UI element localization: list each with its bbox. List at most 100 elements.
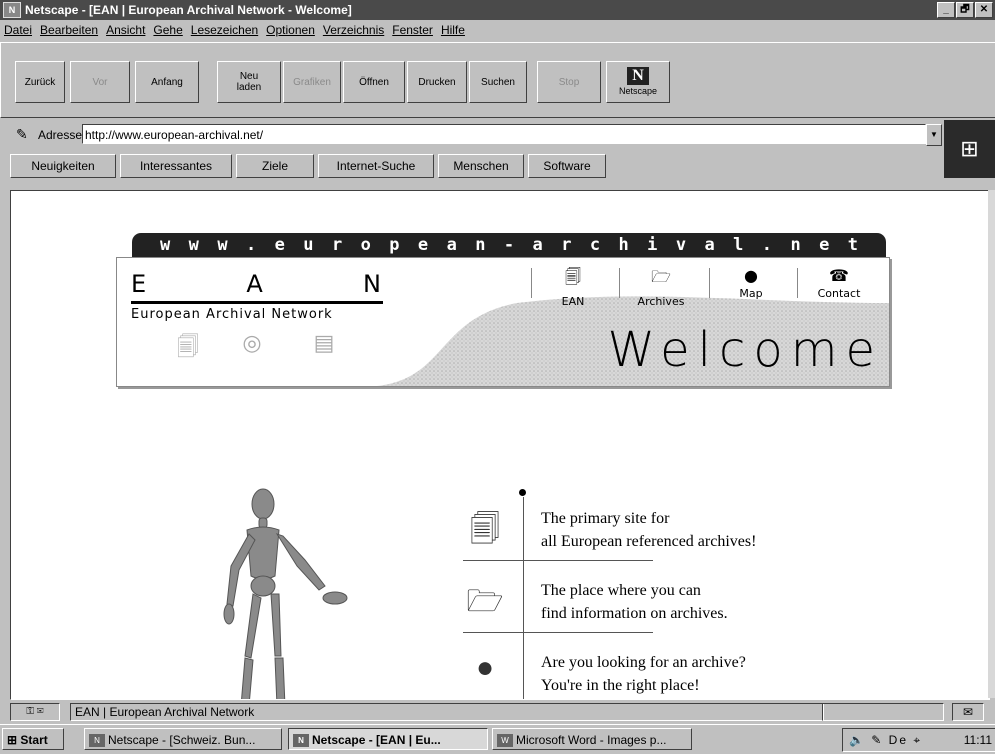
nav-ean-label: EAN xyxy=(561,295,585,308)
banner-url-char: i xyxy=(647,235,658,255)
banner: E A N European Archival Network 🗐 ◎ ▤ 🗐 … xyxy=(116,257,890,387)
netscape-button[interactable]: N Netscape xyxy=(606,61,670,103)
banner-url-char: a xyxy=(446,235,457,255)
back-button[interactable]: Zurück xyxy=(15,61,65,103)
task-label: Microsoft Word - Images p... xyxy=(516,733,667,747)
menu-bearbeiten[interactable]: Bearbeiten xyxy=(40,23,98,37)
language-indicator[interactable]: De xyxy=(889,733,908,747)
bookmark-paperclip-icon[interactable]: ✎ xyxy=(16,126,28,143)
print-button[interactable]: Drucken xyxy=(407,61,467,103)
reload-label-line1: Neu xyxy=(239,71,259,82)
banner-url-strip: www.european-archival.net xyxy=(132,233,886,257)
nav-map[interactable]: ● Map xyxy=(715,266,787,300)
banner-url-char: a xyxy=(532,235,543,255)
logo-letter-n: N xyxy=(363,270,381,298)
dir-button-software[interactable]: Software xyxy=(528,154,606,178)
banner-url-char: - xyxy=(503,235,515,255)
phone-icon: ☎ xyxy=(829,266,849,285)
logo-subtitle: European Archival Network xyxy=(131,307,333,322)
reload-button[interactable]: Neu laden xyxy=(217,61,281,103)
netscape-logo-icon: N xyxy=(627,67,649,85)
info-line1: The primary site for xyxy=(541,510,670,527)
find-button[interactable]: Suchen xyxy=(469,61,527,103)
nav-archives-label: Archives xyxy=(637,295,685,308)
banner-url-char: . xyxy=(761,235,773,255)
banner-url-char: w xyxy=(217,235,228,255)
dir-button-neuigkeiten[interactable]: Neuigkeiten xyxy=(10,154,116,178)
location-bar: ✎ Adresse: http://www.european-archival.… xyxy=(0,120,995,150)
address-dropdown-button[interactable]: ▼ xyxy=(926,124,942,146)
vertical-scrollbar[interactable] xyxy=(988,190,995,698)
taskbar-item-active[interactable]: N Netscape - [EAN | Eu... xyxy=(288,728,488,750)
close-button[interactable]: ✕ xyxy=(975,2,993,18)
banner-url-char: n xyxy=(790,235,801,255)
stop-button[interactable]: Stop xyxy=(537,61,601,103)
menu-lesezeichen[interactable]: Lesezeichen xyxy=(191,23,258,37)
nav-contact[interactable]: ☎ Contact xyxy=(803,266,875,300)
start-button[interactable]: ⊞ Start xyxy=(2,728,64,750)
maximize-button[interactable]: 🗗 xyxy=(956,2,974,18)
menu-optionen[interactable]: Optionen xyxy=(266,23,315,37)
menu-ansicht[interactable]: Ansicht xyxy=(106,23,145,37)
clock[interactable]: 11:11 xyxy=(964,729,992,751)
home-button[interactable]: Anfang xyxy=(135,61,199,103)
netscape-app-icon[interactable]: N xyxy=(3,2,21,18)
status-text: EAN | European Archival Network xyxy=(70,703,824,721)
logo-letter-a: A xyxy=(246,270,263,298)
info-line2: find information on archives. xyxy=(541,605,728,622)
tray-icons[interactable]: 🔈 ✎ De ⌖ xyxy=(849,729,922,751)
netscape-icon: N xyxy=(89,734,105,748)
security-key-icon[interactable]: ⚿ ✉ xyxy=(10,703,60,721)
banner-url-char: e xyxy=(417,235,429,255)
banner-url-char: u xyxy=(303,235,314,255)
row-divider xyxy=(463,632,653,633)
system-tray: 🔈 ✎ De ⌖ 11:11 xyxy=(842,728,995,752)
images-button[interactable]: Grafiken xyxy=(283,61,341,103)
windows-taskbar: ⊞ Start N Netscape - [Schweiz. Bun... N Ne… xyxy=(0,724,995,754)
menu-hilfe[interactable]: Hilfe xyxy=(441,23,465,37)
address-input[interactable]: http://www.european-archival.net/ xyxy=(82,124,926,144)
globe-icon: ● xyxy=(744,266,758,285)
info-list: 🗐 The primary site for all European refe… xyxy=(463,489,823,699)
nav-separator xyxy=(619,268,620,298)
mail-icon[interactable]: ✉ xyxy=(952,703,984,721)
info-row[interactable]: 🗐 The primary site for all European refe… xyxy=(463,491,803,561)
menu-datei[interactable]: Datei xyxy=(4,23,32,37)
menu-bar: Datei Bearbeiten Ansicht Gehe Lesezeiche… xyxy=(0,21,995,39)
nav-ean[interactable]: 🗐 EAN xyxy=(537,266,609,308)
info-text: The primary site for all European refere… xyxy=(541,507,756,553)
title-bar: N Netscape - [EAN | European Archival Ne… xyxy=(0,0,995,20)
dir-button-menschen[interactable]: Menschen xyxy=(438,154,524,178)
menu-verzeichnis[interactable]: Verzeichnis xyxy=(323,23,384,37)
banner-url-char: e xyxy=(819,235,830,255)
folder-icon: 🗁 xyxy=(651,267,671,286)
dir-button-interessantes[interactable]: Interessantes xyxy=(120,154,232,178)
window-title: Netscape - [EAN | European Archival Netw… xyxy=(25,3,352,17)
navigation-toolbar: Zurück Vor Anfang Neu laden Grafiken Öff… xyxy=(0,42,995,118)
info-row[interactable]: ● Are you looking for an archive? You're… xyxy=(463,635,803,699)
netscape-label: Netscape xyxy=(618,86,658,96)
banner-url-char: w xyxy=(188,235,199,255)
dir-button-ziele[interactable]: Ziele xyxy=(236,154,314,178)
minimize-button[interactable]: _ xyxy=(937,2,955,18)
taskbar-item[interactable]: W Microsoft Word - Images p... xyxy=(492,728,692,750)
dir-button-internet-suche[interactable]: Internet-Suche xyxy=(318,154,434,178)
banner-url-char: v xyxy=(675,235,687,255)
banner-url-char: a xyxy=(704,235,715,255)
nav-separator xyxy=(531,268,532,298)
taskbar-item[interactable]: N Netscape - [Schweiz. Bun... xyxy=(84,728,282,750)
nav-archives[interactable]: 🗁 Archives xyxy=(625,266,697,308)
info-line2: all European referenced archives! xyxy=(541,533,757,550)
frame-layout-icon[interactable]: ⊞ xyxy=(944,120,995,178)
banner-url-char: e xyxy=(274,235,285,255)
info-text: The place where you can find information… xyxy=(541,579,728,625)
info-line1: Are you looking for an archive? xyxy=(541,654,746,671)
open-button[interactable]: Öffnen xyxy=(343,61,405,103)
clapperboard-icon: ▤ xyxy=(313,330,335,355)
info-row[interactable]: 🗁 The place where you can find informati… xyxy=(463,563,803,633)
menu-fenster[interactable]: Fenster xyxy=(392,23,433,37)
forward-button[interactable]: Vor xyxy=(70,61,130,103)
logo-underline xyxy=(131,301,383,304)
menu-gehe[interactable]: Gehe xyxy=(153,23,182,37)
ean-logo: E A N xyxy=(131,270,381,298)
